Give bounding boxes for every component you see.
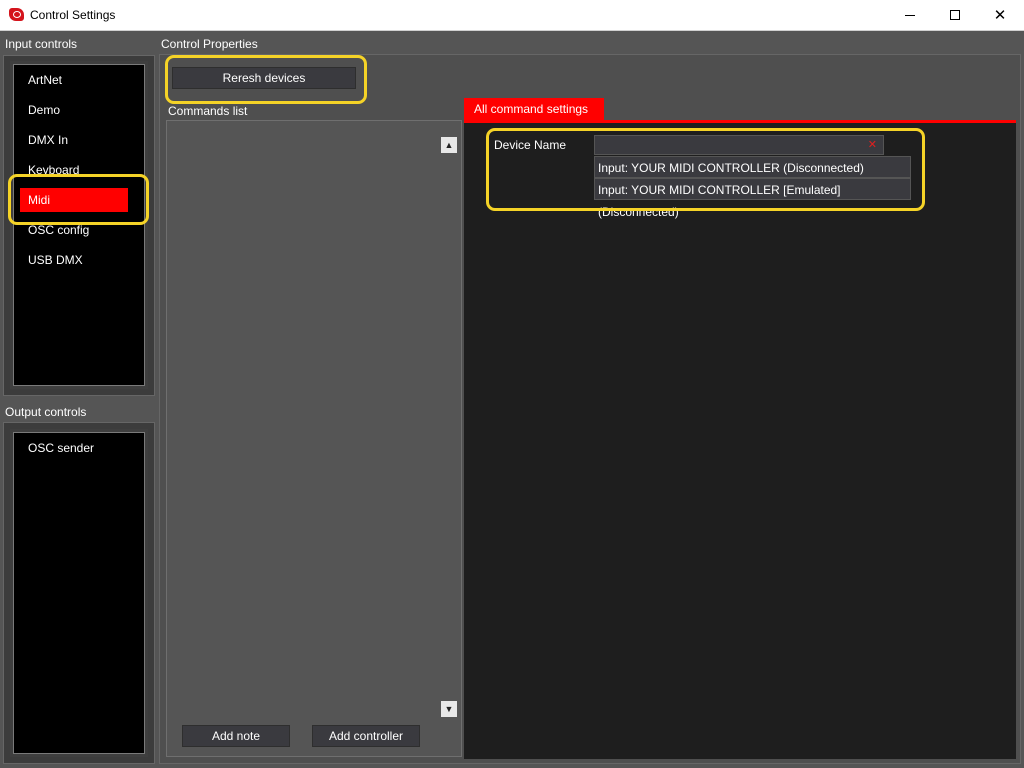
- commands-list-label: Commands list: [168, 104, 248, 118]
- list-item-keyboard[interactable]: Keyboard: [28, 158, 79, 182]
- device-name-dropdown[interactable]: ✕: [594, 135, 884, 155]
- input-controls-label: Input controls: [5, 37, 78, 51]
- window-title: Control Settings: [30, 8, 116, 22]
- maximize-icon: [950, 10, 960, 20]
- control-properties-label: Control Properties: [161, 37, 258, 51]
- list-item-usb-dmx[interactable]: USB DMX: [28, 248, 83, 272]
- output-controls-list[interactable]: OSC sender: [10, 429, 148, 757]
- commands-list[interactable]: ▲ ▼: [166, 120, 462, 757]
- minimize-icon: [905, 14, 915, 16]
- close-icon[interactable]: ✕: [868, 138, 877, 151]
- list-item-dmx-in[interactable]: DMX In: [28, 128, 68, 152]
- list-item-osc-config[interactable]: OSC config: [28, 218, 89, 242]
- close-button[interactable]: ✕: [977, 0, 1023, 30]
- input-controls-list[interactable]: ArtNet Demo DMX In Keyboard Midi OSC con…: [10, 61, 148, 389]
- dropdown-option-midi-controller-emulated[interactable]: Input: YOUR MIDI CONTROLLER [Emulated] (…: [594, 178, 911, 219]
- command-settings-panel: [464, 123, 1016, 759]
- list-item-midi[interactable]: Midi: [20, 188, 128, 212]
- output-controls-label: Output controls: [5, 405, 87, 419]
- tab-all-command-settings[interactable]: All command settings: [464, 98, 604, 120]
- dropdown-option-midi-controller[interactable]: Input: YOUR MIDI CONTROLLER (Disconnecte…: [594, 156, 911, 178]
- scroll-down-icon[interactable]: ▼: [441, 701, 457, 717]
- close-icon: ✕: [993, 7, 1007, 24]
- app-logo-icon: [9, 8, 24, 21]
- add-note-button[interactable]: Add note: [182, 725, 290, 747]
- add-controller-button[interactable]: Add controller: [312, 725, 420, 747]
- list-item-demo[interactable]: Demo: [28, 98, 60, 122]
- list-item-osc-sender[interactable]: OSC sender: [28, 436, 94, 460]
- maximize-button[interactable]: [932, 0, 978, 30]
- minimize-button[interactable]: [887, 0, 933, 30]
- device-name-label: Device Name: [494, 138, 567, 152]
- title-bar: Control Settings ✕: [0, 0, 1024, 31]
- list-item-artnet[interactable]: ArtNet: [28, 68, 62, 92]
- scroll-up-icon[interactable]: ▲: [441, 137, 457, 153]
- refresh-devices-button[interactable]: Reresh devices: [172, 67, 356, 89]
